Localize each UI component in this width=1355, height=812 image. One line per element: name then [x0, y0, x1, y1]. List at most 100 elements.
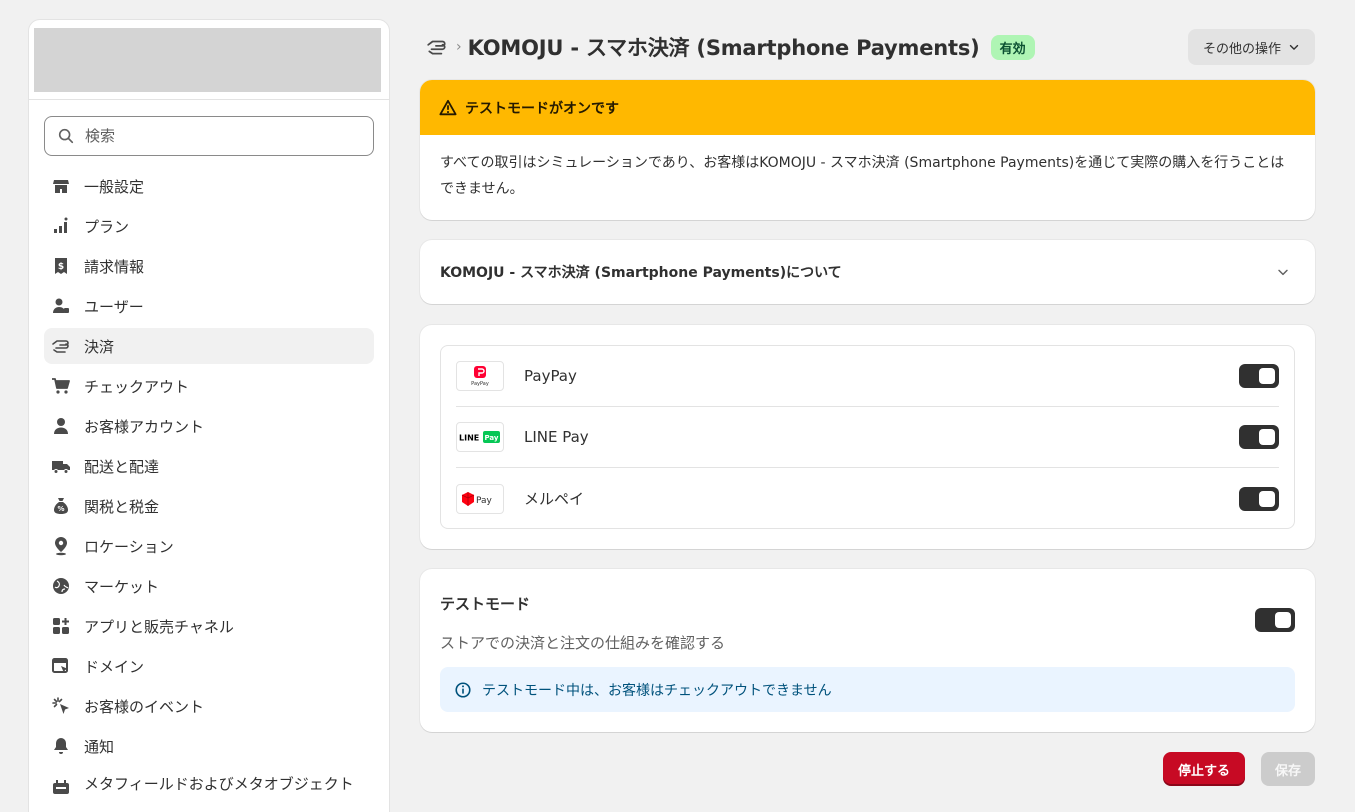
sidebar-item-label: お客様のイベント: [84, 697, 205, 716]
more-actions-button[interactable]: その他の操作: [1187, 29, 1315, 65]
linepay-toggle[interactable]: [1239, 425, 1279, 449]
more-actions-label: その他の操作: [1202, 41, 1281, 57]
status-badge: 有効: [990, 34, 1035, 60]
search-icon: [58, 128, 74, 144]
globe-icon: [50, 575, 72, 597]
cursor-click-icon: [50, 695, 72, 717]
merpay-logo-text: Pay: [476, 496, 493, 506]
sidebar-item-label: プラン: [84, 217, 130, 236]
store-icon: [50, 175, 72, 197]
sidebar-item-plan[interactable]: プラン: [44, 208, 374, 244]
sidebar-item-domains[interactable]: ドメイン: [44, 648, 374, 684]
payment-methods-list: PayPay PayPay LINE Pay LINE Pay Pay メルペイ: [440, 345, 1295, 529]
divider: [29, 99, 389, 100]
payment-method-row: PayPay PayPay: [456, 346, 1279, 407]
sidebar-item-shipping[interactable]: 配送と配達: [44, 448, 374, 484]
tax-icon: %: [50, 495, 72, 517]
person-icon: [50, 415, 72, 437]
page-title: KOMOJU - スマホ決済 (Smartphone Payments): [467, 36, 980, 60]
domain-icon: [50, 655, 72, 677]
sidebar-item-label: 配送と配達: [84, 457, 160, 476]
banner-title: テストモードがオンです: [465, 100, 619, 117]
sidebar-item-label: ドメイン: [84, 657, 145, 676]
sidebar-item-label: お客様アカウント: [84, 417, 205, 436]
sidebar-item-metafields[interactable]: メタフィールドおよびメタオブジェクト: [44, 768, 374, 812]
payments-breadcrumb-icon[interactable]: [426, 35, 450, 59]
paypay-toggle[interactable]: [1239, 364, 1279, 388]
test-mode-info-banner: テストモード中は、お客様はチェックアウトできません: [440, 667, 1295, 712]
sidebar-item-customer-accounts[interactable]: お客様アカウント: [44, 408, 374, 444]
sidebar-item-label: 一般設定: [84, 177, 145, 196]
merpay-toggle[interactable]: [1239, 486, 1279, 511]
plan-icon: [50, 215, 72, 237]
settings-sidebar: 一般設定 プラン $ 請求情報 ユーザー 決済 チェックアウト お客様アカウント: [28, 19, 390, 812]
settings-nav: 一般設定 プラン $ 請求情報 ユーザー 決済 チェックアウト お客様アカウント: [44, 168, 374, 812]
test-mode-toggle[interactable]: [1255, 608, 1295, 632]
apps-icon: [50, 615, 72, 637]
sidebar-item-taxes[interactable]: % 関税と税金: [44, 488, 374, 524]
sidebar-item-billing[interactable]: $ 請求情報: [44, 248, 374, 284]
sidebar-item-general[interactable]: 一般設定: [44, 168, 374, 204]
payment-method-name: メルペイ: [524, 490, 585, 508]
svg-text:$: $: [58, 262, 64, 272]
linepay-logo: LINE Pay: [456, 422, 504, 452]
payment-method-name: PayPay: [524, 367, 577, 385]
sidebar-item-notifications[interactable]: 通知: [44, 728, 374, 764]
linepay-logo-line-text: LINE: [459, 434, 479, 443]
search-input[interactable]: [85, 127, 345, 145]
linepay-logo-pay-text: Pay: [484, 434, 498, 442]
truck-icon: [50, 455, 72, 477]
users-icon: [50, 295, 72, 317]
info-icon: [455, 681, 471, 698]
sidebar-item-locations[interactable]: ロケーション: [44, 528, 374, 564]
location-icon: [50, 535, 72, 557]
chevron-down-icon: [1289, 44, 1299, 50]
payment-method-row: Pay メルペイ: [456, 468, 1279, 529]
stop-button[interactable]: 停止する: [1162, 752, 1245, 786]
cart-icon: [50, 375, 72, 397]
about-title: KOMOJU - スマホ決済 (Smartphone Payments)について: [440, 265, 842, 281]
save-button[interactable]: 保存: [1260, 752, 1315, 786]
store-banner-placeholder: [34, 28, 381, 92]
sidebar-item-users[interactable]: ユーザー: [44, 288, 374, 324]
receipt-icon: $: [50, 255, 72, 277]
sidebar-item-apps[interactable]: アプリと販売チャネル: [44, 608, 374, 644]
test-mode-card: テストモード ストアでの決済と注文の仕組みを確認する テストモード中は、お客様は…: [420, 569, 1315, 732]
sidebar-item-label: ロケーション: [84, 537, 174, 556]
metafields-icon: [50, 776, 72, 798]
svg-text:%: %: [57, 505, 64, 513]
paypay-logo: PayPay: [456, 361, 504, 391]
merpay-logo: Pay: [456, 483, 504, 514]
sidebar-item-markets[interactable]: マーケット: [44, 568, 374, 604]
page-header: › KOMOJU - スマホ決済 (Smartphone Payments) 有…: [420, 28, 1315, 66]
sidebar-item-label: マーケット: [84, 577, 160, 596]
sidebar-item-label: 決済: [84, 337, 115, 356]
warning-icon: [439, 99, 457, 115]
search-field[interactable]: [44, 116, 374, 156]
payment-method-name: LINE Pay: [524, 428, 589, 446]
banner-message: すべての取引はシミュレーションであり、お客様はKOMOJU - スマホ決済 (S…: [440, 155, 1285, 197]
payment-methods-card: PayPay PayPay LINE Pay LINE Pay Pay メルペイ: [420, 325, 1315, 549]
test-mode-description: ストアでの決済と注文の仕組みを確認する: [440, 634, 726, 652]
sidebar-item-label: アプリと販売チャネル: [84, 617, 234, 636]
paypay-logo-text: PayPay: [471, 381, 489, 387]
bell-icon: [50, 735, 72, 757]
chevron-down-icon[interactable]: [1275, 264, 1291, 280]
sidebar-item-label: メタフィールドおよびメタオブジェクト: [84, 775, 354, 793]
sidebar-item-checkout[interactable]: チェックアウト: [44, 368, 374, 404]
test-mode-banner: テストモードがオンです すべての取引はシミュレーションであり、お客様はKOMOJ…: [420, 80, 1315, 220]
banner-header: テストモードがオンです: [420, 80, 1315, 135]
sidebar-item-label: 通知: [84, 737, 115, 756]
info-message: テストモード中は、お客様はチェックアウトできません: [482, 682, 832, 699]
sidebar-item-label: 請求情報: [84, 257, 145, 276]
payment-method-row: LINE Pay LINE Pay: [456, 407, 1279, 468]
sidebar-item-label: チェックアウト: [84, 377, 190, 396]
sidebar-item-label: 関税と税金: [84, 497, 160, 516]
page-actions: 停止する 保存: [420, 752, 1315, 786]
about-collapsible[interactable]: KOMOJU - スマホ決済 (Smartphone Payments)について: [420, 240, 1315, 304]
sidebar-item-customer-events[interactable]: お客様のイベント: [44, 688, 374, 724]
payments-icon: [50, 335, 72, 357]
test-mode-title: テストモード: [440, 595, 531, 613]
sidebar-item-payments[interactable]: 決済: [44, 328, 374, 364]
sidebar-item-label: ユーザー: [84, 297, 144, 316]
